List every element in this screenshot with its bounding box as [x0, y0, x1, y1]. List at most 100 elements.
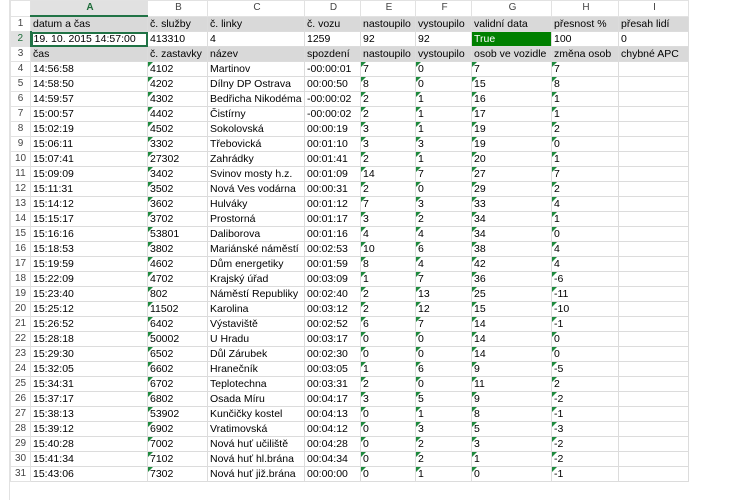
cell[interactable]: 29: [471, 181, 552, 197]
cell[interactable]: 15:19:59: [30, 256, 148, 272]
cell[interactable]: 0: [360, 331, 416, 347]
cell[interactable]: 3302: [147, 136, 208, 152]
cell[interactable]: Bedřicha Nikodéma: [207, 91, 305, 107]
cell[interactable]: 00:01:09: [304, 166, 361, 182]
cell[interactable]: 00:03:12: [304, 301, 361, 317]
cell[interactable]: 1: [551, 106, 619, 122]
row-number[interactable]: 30: [10, 451, 31, 467]
cell[interactable]: 7: [471, 61, 552, 77]
cell[interactable]: 3: [360, 391, 416, 407]
cell[interactable]: 0: [415, 61, 472, 77]
cell[interactable]: -2: [551, 391, 619, 407]
cell[interactable]: 3402: [147, 166, 208, 182]
cell[interactable]: 00:03:09: [304, 271, 361, 287]
cell[interactable]: [618, 466, 689, 482]
cell[interactable]: 4502: [147, 121, 208, 137]
cell[interactable]: 00:04:13: [304, 406, 361, 422]
row-number[interactable]: 31: [10, 466, 31, 482]
cell[interactable]: název: [207, 46, 305, 62]
cell[interactable]: 7: [551, 166, 619, 182]
cell[interactable]: 00:03:31: [304, 376, 361, 392]
cell[interactable]: 0: [360, 406, 416, 422]
cell[interactable]: 11502: [147, 301, 208, 317]
cell[interactable]: [618, 91, 689, 107]
cell[interactable]: 4: [415, 256, 472, 272]
cell[interactable]: 1: [415, 91, 472, 107]
cell[interactable]: 15:40:28: [30, 436, 148, 452]
cell[interactable]: 15:00:57: [30, 106, 148, 122]
cell[interactable]: 3702: [147, 211, 208, 227]
cell[interactable]: -11: [551, 286, 619, 302]
cell[interactable]: 3502: [147, 181, 208, 197]
cell[interactable]: 15:37:17: [30, 391, 148, 407]
column-header-e[interactable]: E: [360, 0, 416, 17]
row-number[interactable]: 6: [10, 91, 31, 107]
row-number[interactable]: 23: [10, 346, 31, 362]
cell[interactable]: [618, 241, 689, 257]
cell[interactable]: 15:25:12: [30, 301, 148, 317]
cell[interactable]: Důl Zárubek: [207, 346, 305, 362]
cell[interactable]: Krajský úřad: [207, 271, 305, 287]
cell[interactable]: 15:34:31: [30, 376, 148, 392]
row-number[interactable]: 5: [10, 76, 31, 92]
row-number[interactable]: 1: [10, 15, 31, 32]
cell[interactable]: 15: [471, 76, 552, 92]
cell[interactable]: -10: [551, 301, 619, 317]
cell[interactable]: 15:16:16: [30, 226, 148, 242]
cell[interactable]: Teplotechna: [207, 376, 305, 392]
cell[interactable]: č. zastavky: [147, 46, 208, 62]
cell[interactable]: 14: [360, 166, 416, 182]
cell[interactable]: 5: [471, 421, 552, 437]
cell[interactable]: [618, 376, 689, 392]
cell[interactable]: 00:02:53: [304, 241, 361, 257]
cell[interactable]: Dílny DP Ostrava: [207, 76, 305, 92]
cell[interactable]: 00:01:59: [304, 256, 361, 272]
cell[interactable]: 00:01:12: [304, 196, 361, 212]
cell[interactable]: 8: [360, 76, 416, 92]
column-header-d[interactable]: D: [304, 0, 361, 17]
cell[interactable]: 4: [551, 196, 619, 212]
cell[interactable]: 15:06:11: [30, 136, 148, 152]
cell[interactable]: 00:01:10: [304, 136, 361, 152]
cell[interactable]: 2: [360, 91, 416, 107]
cell[interactable]: 0: [415, 76, 472, 92]
cell[interactable]: 15:28:18: [30, 331, 148, 347]
cell[interactable]: [618, 301, 689, 317]
cell[interactable]: 0: [415, 346, 472, 362]
cell[interactable]: 2: [360, 151, 416, 167]
row-number[interactable]: 4: [10, 61, 31, 77]
row-number[interactable]: 16: [10, 241, 31, 257]
cell[interactable]: 19: [471, 136, 552, 152]
row-number[interactable]: 24: [10, 361, 31, 377]
cell[interactable]: 6502: [147, 346, 208, 362]
row-number[interactable]: 28: [10, 421, 31, 437]
cell[interactable]: Vratimovská: [207, 421, 305, 437]
cell[interactable]: 1: [360, 271, 416, 287]
cell[interactable]: 1: [551, 151, 619, 167]
cell[interactable]: datum a čas: [30, 15, 148, 32]
cell[interactable]: 92: [360, 31, 416, 47]
cell[interactable]: 00:00:00: [304, 466, 361, 482]
cell[interactable]: [618, 331, 689, 347]
cell[interactable]: 92: [415, 31, 472, 47]
cell[interactable]: vystoupilo: [415, 46, 472, 62]
cell[interactable]: 2: [551, 121, 619, 137]
cell[interactable]: 33: [471, 196, 552, 212]
cell[interactable]: -1: [551, 316, 619, 332]
cell[interactable]: [618, 406, 689, 422]
cell[interactable]: [618, 136, 689, 152]
cell[interactable]: 3802: [147, 241, 208, 257]
cell[interactable]: [618, 361, 689, 377]
cell[interactable]: chybné APC: [618, 46, 689, 62]
cell[interactable]: 00:02:52: [304, 316, 361, 332]
cell[interactable]: [618, 436, 689, 452]
cell[interactable]: 4602: [147, 256, 208, 272]
cell[interactable]: 15:15:17: [30, 211, 148, 227]
column-header-c[interactable]: C: [207, 0, 305, 17]
cell[interactable]: 00:02:40: [304, 286, 361, 302]
cell[interactable]: Nová huť již.brána: [207, 466, 305, 482]
cell[interactable]: Martinov: [207, 61, 305, 77]
cell[interactable]: 5: [415, 391, 472, 407]
cell[interactable]: 15:41:34: [30, 451, 148, 467]
cell[interactable]: 2: [360, 301, 416, 317]
